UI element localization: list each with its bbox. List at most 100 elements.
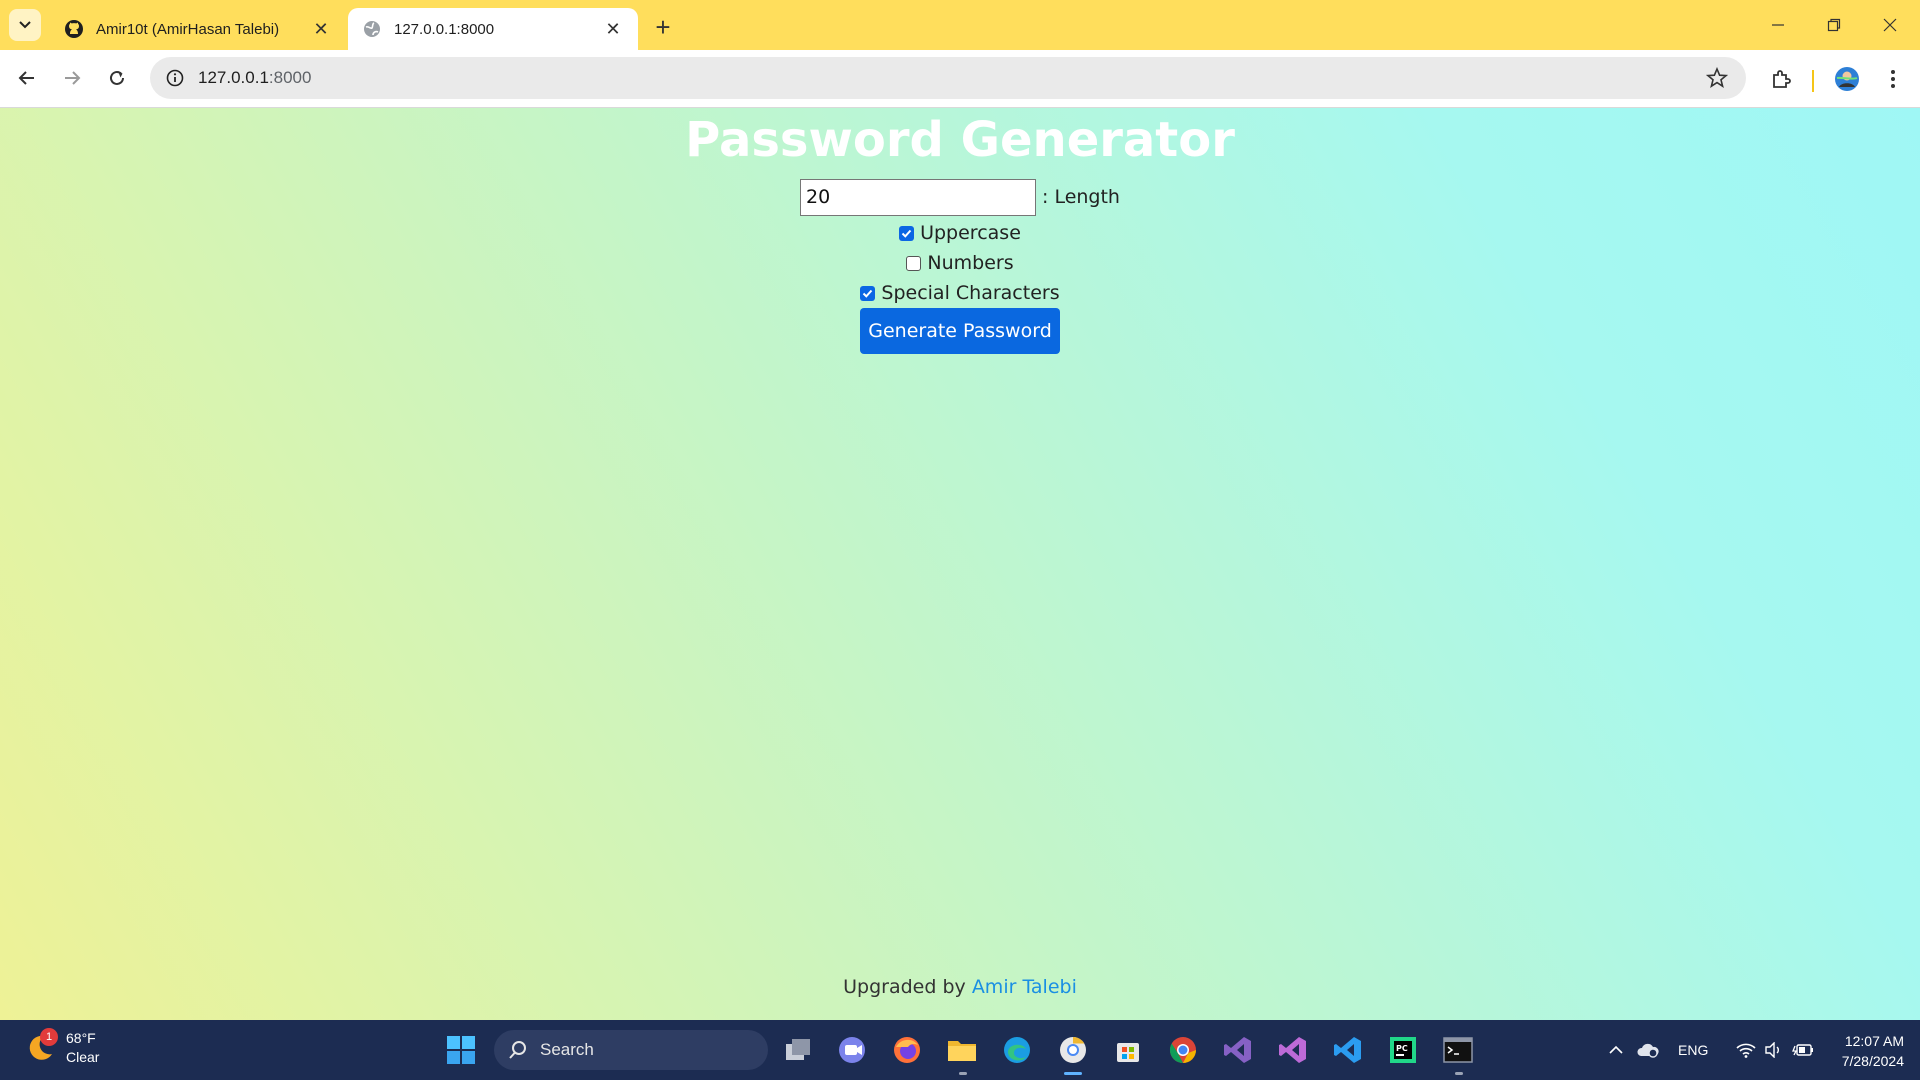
chevron-down-icon [19, 21, 31, 29]
task-view-icon [786, 1039, 810, 1060]
volume-icon[interactable] [1764, 1042, 1784, 1058]
tab-search-button[interactable] [9, 9, 41, 41]
length-label: : Length [1042, 186, 1120, 208]
weather-temp: 68°F [66, 1030, 96, 1046]
option-uppercase[interactable]: Uppercase [0, 220, 1920, 246]
vs-code-insiders-button[interactable] [1275, 1032, 1311, 1068]
uppercase-label: Uppercase [920, 222, 1021, 244]
url-port: :8000 [268, 68, 312, 87]
moon-icon: 1 [24, 1028, 58, 1064]
running-indicator [959, 1072, 967, 1075]
visual-studio-icon [1224, 1037, 1251, 1063]
wifi-icon[interactable] [1736, 1042, 1756, 1058]
clock[interactable]: 12:07 AM 7/28/2024 [1832, 1031, 1904, 1071]
tab-title: 127.0.0.1:8000 [394, 20, 495, 38]
uppercase-checkbox[interactable] [899, 225, 915, 241]
length-row: : Length [0, 178, 1920, 216]
search-label: Search [540, 1040, 594, 1059]
reload-icon [110, 70, 124, 85]
length-input[interactable] [800, 178, 1036, 216]
teams-chat-button[interactable] [834, 1032, 870, 1068]
clock-date: 7/28/2024 [1841, 1053, 1904, 1069]
option-special-characters[interactable]: Special Characters [0, 280, 1920, 306]
special-characters-label: Special Characters [881, 282, 1060, 304]
menu-button[interactable] [1876, 62, 1910, 96]
restore-button[interactable] [1806, 0, 1862, 50]
close-icon[interactable]: ✕ [310, 18, 332, 40]
pycharm-icon: PC [1390, 1037, 1416, 1063]
firefox-button[interactable] [889, 1032, 925, 1068]
tab-localhost[interactable]: 127.0.0.1:8000 ✕ [348, 8, 638, 50]
chrome-icon [1169, 1037, 1196, 1064]
pycharm-button[interactable]: PC [1385, 1032, 1421, 1068]
footer-prefix: Upgraded by [843, 976, 966, 998]
check-icon [901, 229, 912, 238]
chrome-button[interactable] [1165, 1032, 1201, 1068]
site-info-icon[interactable] [164, 67, 186, 89]
minimize-button[interactable] [1750, 0, 1806, 50]
edge-icon [1004, 1037, 1030, 1063]
visual-studio-button[interactable] [1220, 1032, 1256, 1068]
microsoft-store-button[interactable] [1110, 1032, 1146, 1068]
url-host: 127.0.0.1 [198, 68, 269, 87]
chrome-icon [1060, 1036, 1086, 1063]
close-icon [1883, 18, 1897, 32]
system-tray: ENG [1608, 1020, 1814, 1080]
firefox-icon [894, 1037, 920, 1063]
file-explorer-button[interactable] [944, 1032, 980, 1068]
vs-code-icon [1334, 1037, 1361, 1063]
close-icon[interactable]: ✕ [602, 18, 624, 40]
special-characters-checkbox[interactable] [860, 285, 876, 301]
running-indicator [1455, 1072, 1463, 1075]
search-icon [509, 1041, 526, 1059]
taskbar-search[interactable]: Search [494, 1030, 768, 1070]
arrow-left-icon [18, 71, 34, 85]
extensions-button[interactable] [1764, 62, 1798, 96]
toolbar-divider [1812, 70, 1814, 92]
tab-github[interactable]: Amir10t (AmirHasan Talebi) ✕ [50, 8, 346, 50]
github-icon [64, 19, 84, 39]
bookmark-star-icon[interactable] [1705, 66, 1729, 94]
forward-button[interactable] [55, 61, 89, 95]
minimize-icon [1772, 24, 1784, 26]
puzzle-icon [1773, 70, 1791, 88]
task-view-button[interactable] [780, 1032, 816, 1068]
edge-button[interactable] [999, 1032, 1035, 1068]
tab-title: Amir10t (AmirHasan Talebi) [96, 20, 280, 38]
weather-widget[interactable]: 1 68°F Clear [24, 1028, 100, 1067]
page-content: Password Generator : Length Uppercase Nu… [0, 108, 1920, 1020]
terminal-button[interactable] [1440, 1032, 1476, 1068]
battery-icon[interactable] [1792, 1042, 1814, 1058]
back-button[interactable] [10, 61, 44, 95]
author-link[interactable]: Amir Talebi [972, 976, 1077, 998]
page-title: Password Generator [685, 112, 1235, 168]
windows-taskbar: 1 68°F Clear Search PC ENG 12:07 AM 7/28… [0, 1020, 1920, 1080]
avatar-icon [1835, 67, 1859, 91]
profile-avatar[interactable] [1830, 62, 1864, 96]
generate-password-button[interactable]: Generate Password [860, 308, 1060, 354]
onedrive-icon[interactable] [1636, 1041, 1660, 1059]
folder-icon [948, 1041, 976, 1061]
chrome-dev-button[interactable] [1055, 1032, 1091, 1068]
weather-desc: Clear [66, 1049, 100, 1065]
reload-button[interactable] [100, 61, 134, 95]
start-button[interactable] [443, 1032, 479, 1068]
store-icon [1117, 1043, 1139, 1062]
globe-icon [362, 19, 382, 39]
check-icon [863, 289, 873, 298]
language-indicator[interactable]: ENG [1678, 1042, 1708, 1058]
chevron-up-icon[interactable] [1608, 1042, 1624, 1058]
option-numbers[interactable]: Numbers [0, 250, 1920, 276]
numbers-checkbox[interactable] [906, 255, 922, 271]
new-tab-button[interactable]: + [648, 12, 678, 42]
svg-text:PC: PC [1396, 1044, 1408, 1053]
url-text: 127.0.0.1:8000 [198, 68, 311, 88]
address-bar[interactable]: 127.0.0.1:8000 [150, 57, 1746, 99]
arrow-right-icon [65, 71, 81, 85]
generate-row: Generate Password [0, 307, 1920, 355]
browser-toolbar: 127.0.0.1:8000 [0, 50, 1920, 108]
browser-tab-strip: Amir10t (AmirHasan Talebi) ✕ 127.0.0.1:8… [0, 0, 1920, 50]
close-window-button[interactable] [1862, 0, 1918, 50]
vs-code-button[interactable] [1330, 1032, 1366, 1068]
vs-code-icon [1279, 1037, 1306, 1063]
